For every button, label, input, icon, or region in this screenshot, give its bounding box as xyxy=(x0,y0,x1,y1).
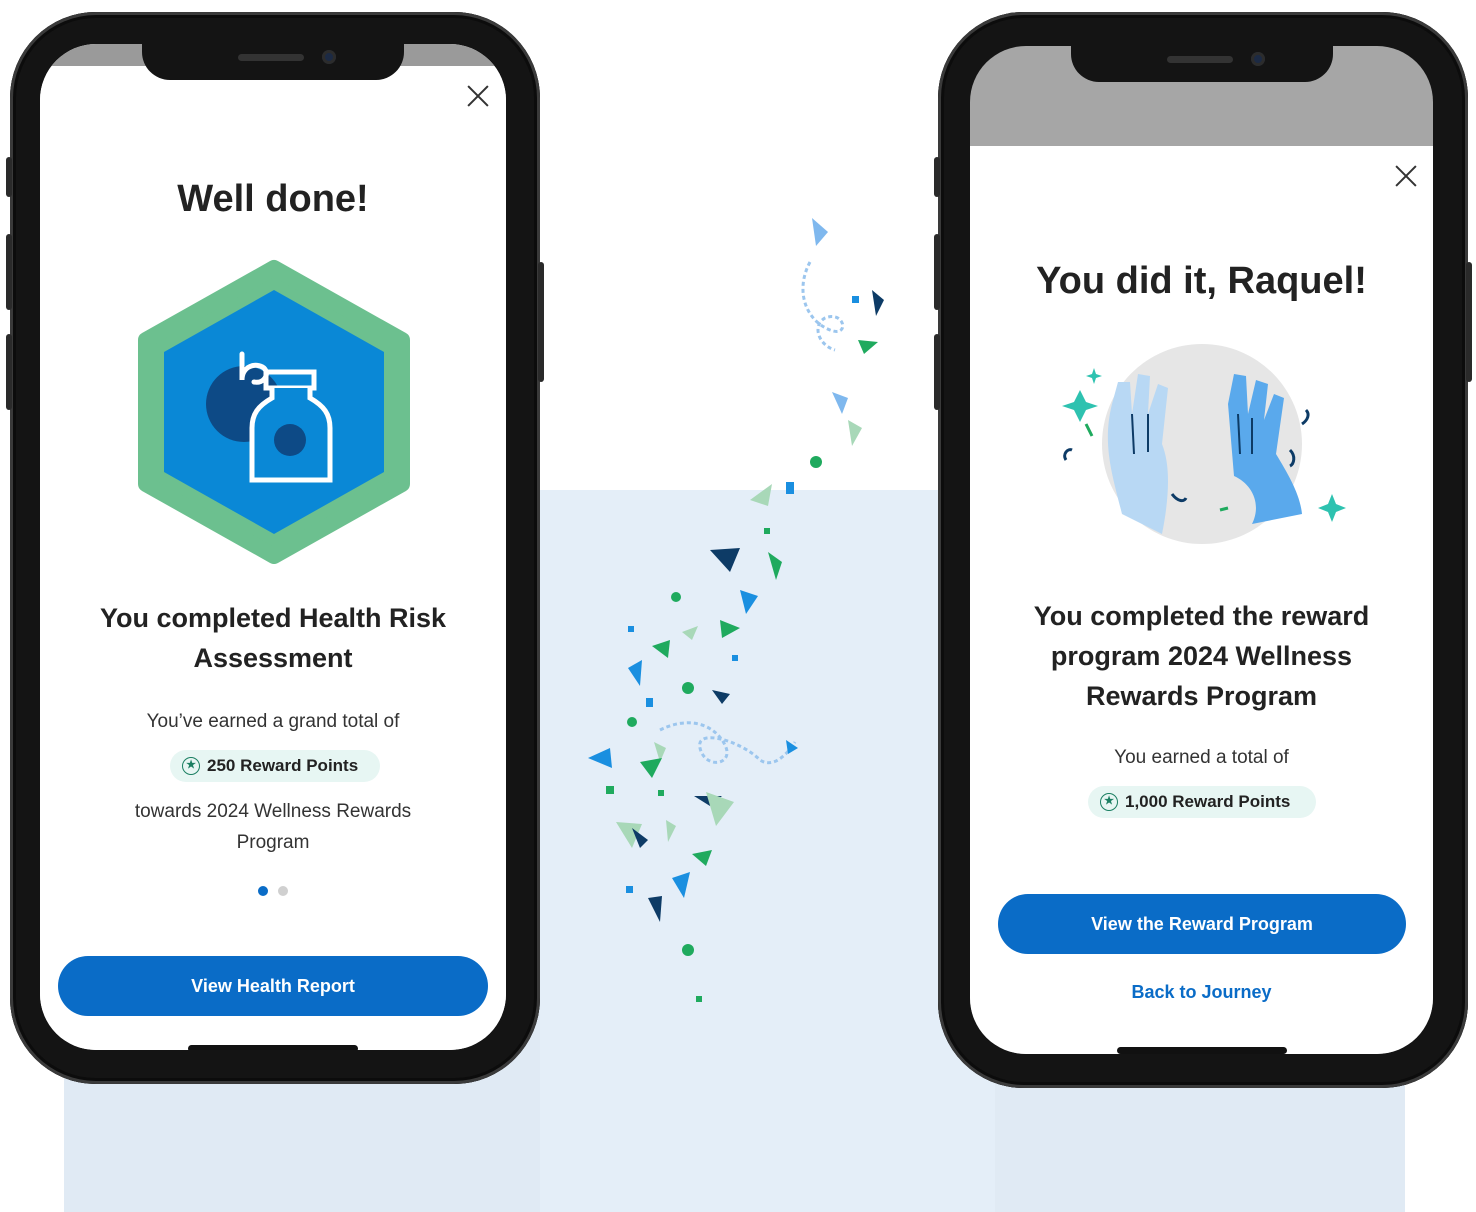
towards-text: towards 2024 Wellness Rewards Program xyxy=(70,796,476,858)
power-button xyxy=(538,262,544,382)
volume-down-button xyxy=(6,334,12,410)
confetti-swirl-top xyxy=(801,261,845,352)
medicine-bottle-hexagon-badge-icon xyxy=(138,260,410,564)
home-indicator xyxy=(1116,1047,1287,1054)
notch xyxy=(1070,46,1333,82)
completion-text: You completed Health Risk Assessment xyxy=(60,598,486,678)
towards-text-line2: Program xyxy=(236,832,310,853)
completion-text-line3: Rewards Program xyxy=(1085,681,1318,711)
points-value: 1,000 Reward Points xyxy=(1125,792,1291,811)
completion-text: You completed the reward program 2024 We… xyxy=(990,596,1413,716)
phone-left: Well done! You completed Health Risk Ass… xyxy=(6,12,544,1084)
back-to-journey-link[interactable]: Back to Journey xyxy=(970,982,1433,1003)
earned-text: You’ve earned a grand total of xyxy=(146,711,400,732)
phone-right: You did it, Raquel! You completed the re… xyxy=(934,12,1472,1088)
right-screen: You did it, Raquel! You completed the re… xyxy=(970,46,1433,1054)
close-button[interactable] xyxy=(1394,164,1418,188)
left-screen: Well done! You completed Health Risk Ass… xyxy=(40,44,506,1050)
confetti-swirl-middle xyxy=(659,721,797,765)
star-icon: ★ xyxy=(182,757,200,775)
volume-up-button xyxy=(6,234,12,310)
volume-up-button xyxy=(934,234,940,310)
high-five-hands-icon xyxy=(1062,344,1346,544)
pagination-dot-active[interactable] xyxy=(258,886,268,896)
side-button xyxy=(934,157,940,197)
completion-text-line1: You completed the reward xyxy=(1033,601,1370,631)
points-value: 250 Reward Points xyxy=(207,756,359,775)
star-icon: ★ xyxy=(1100,793,1118,811)
pagination-dot[interactable] xyxy=(278,886,288,896)
completion-text-line2: Assessment xyxy=(193,643,353,673)
earned-text: You earned a total of xyxy=(1114,747,1289,768)
side-button xyxy=(6,157,12,197)
power-button xyxy=(1466,262,1472,382)
notch xyxy=(142,44,404,80)
close-button[interactable] xyxy=(466,84,490,108)
volume-down-button xyxy=(934,334,940,410)
completion-text-line1: You completed Health Risk xyxy=(99,603,447,633)
towards-text-line1: towards 2024 Wellness Rewards xyxy=(134,801,412,822)
points-badge: ★ 250 Reward Points xyxy=(170,750,380,782)
page-title: Well done! xyxy=(177,178,369,220)
view-reward-program-button[interactable]: View the Reward Program xyxy=(998,894,1406,954)
view-health-report-button[interactable]: View Health Report xyxy=(58,956,488,1016)
home-indicator xyxy=(188,1045,358,1050)
completion-text-line2: program 2024 Wellness xyxy=(1050,641,1353,671)
page-title: You did it, Raquel! xyxy=(1036,260,1367,302)
confetti-pieces xyxy=(588,218,884,1002)
points-badge: ★ 1,000 Reward Points xyxy=(1088,786,1316,818)
